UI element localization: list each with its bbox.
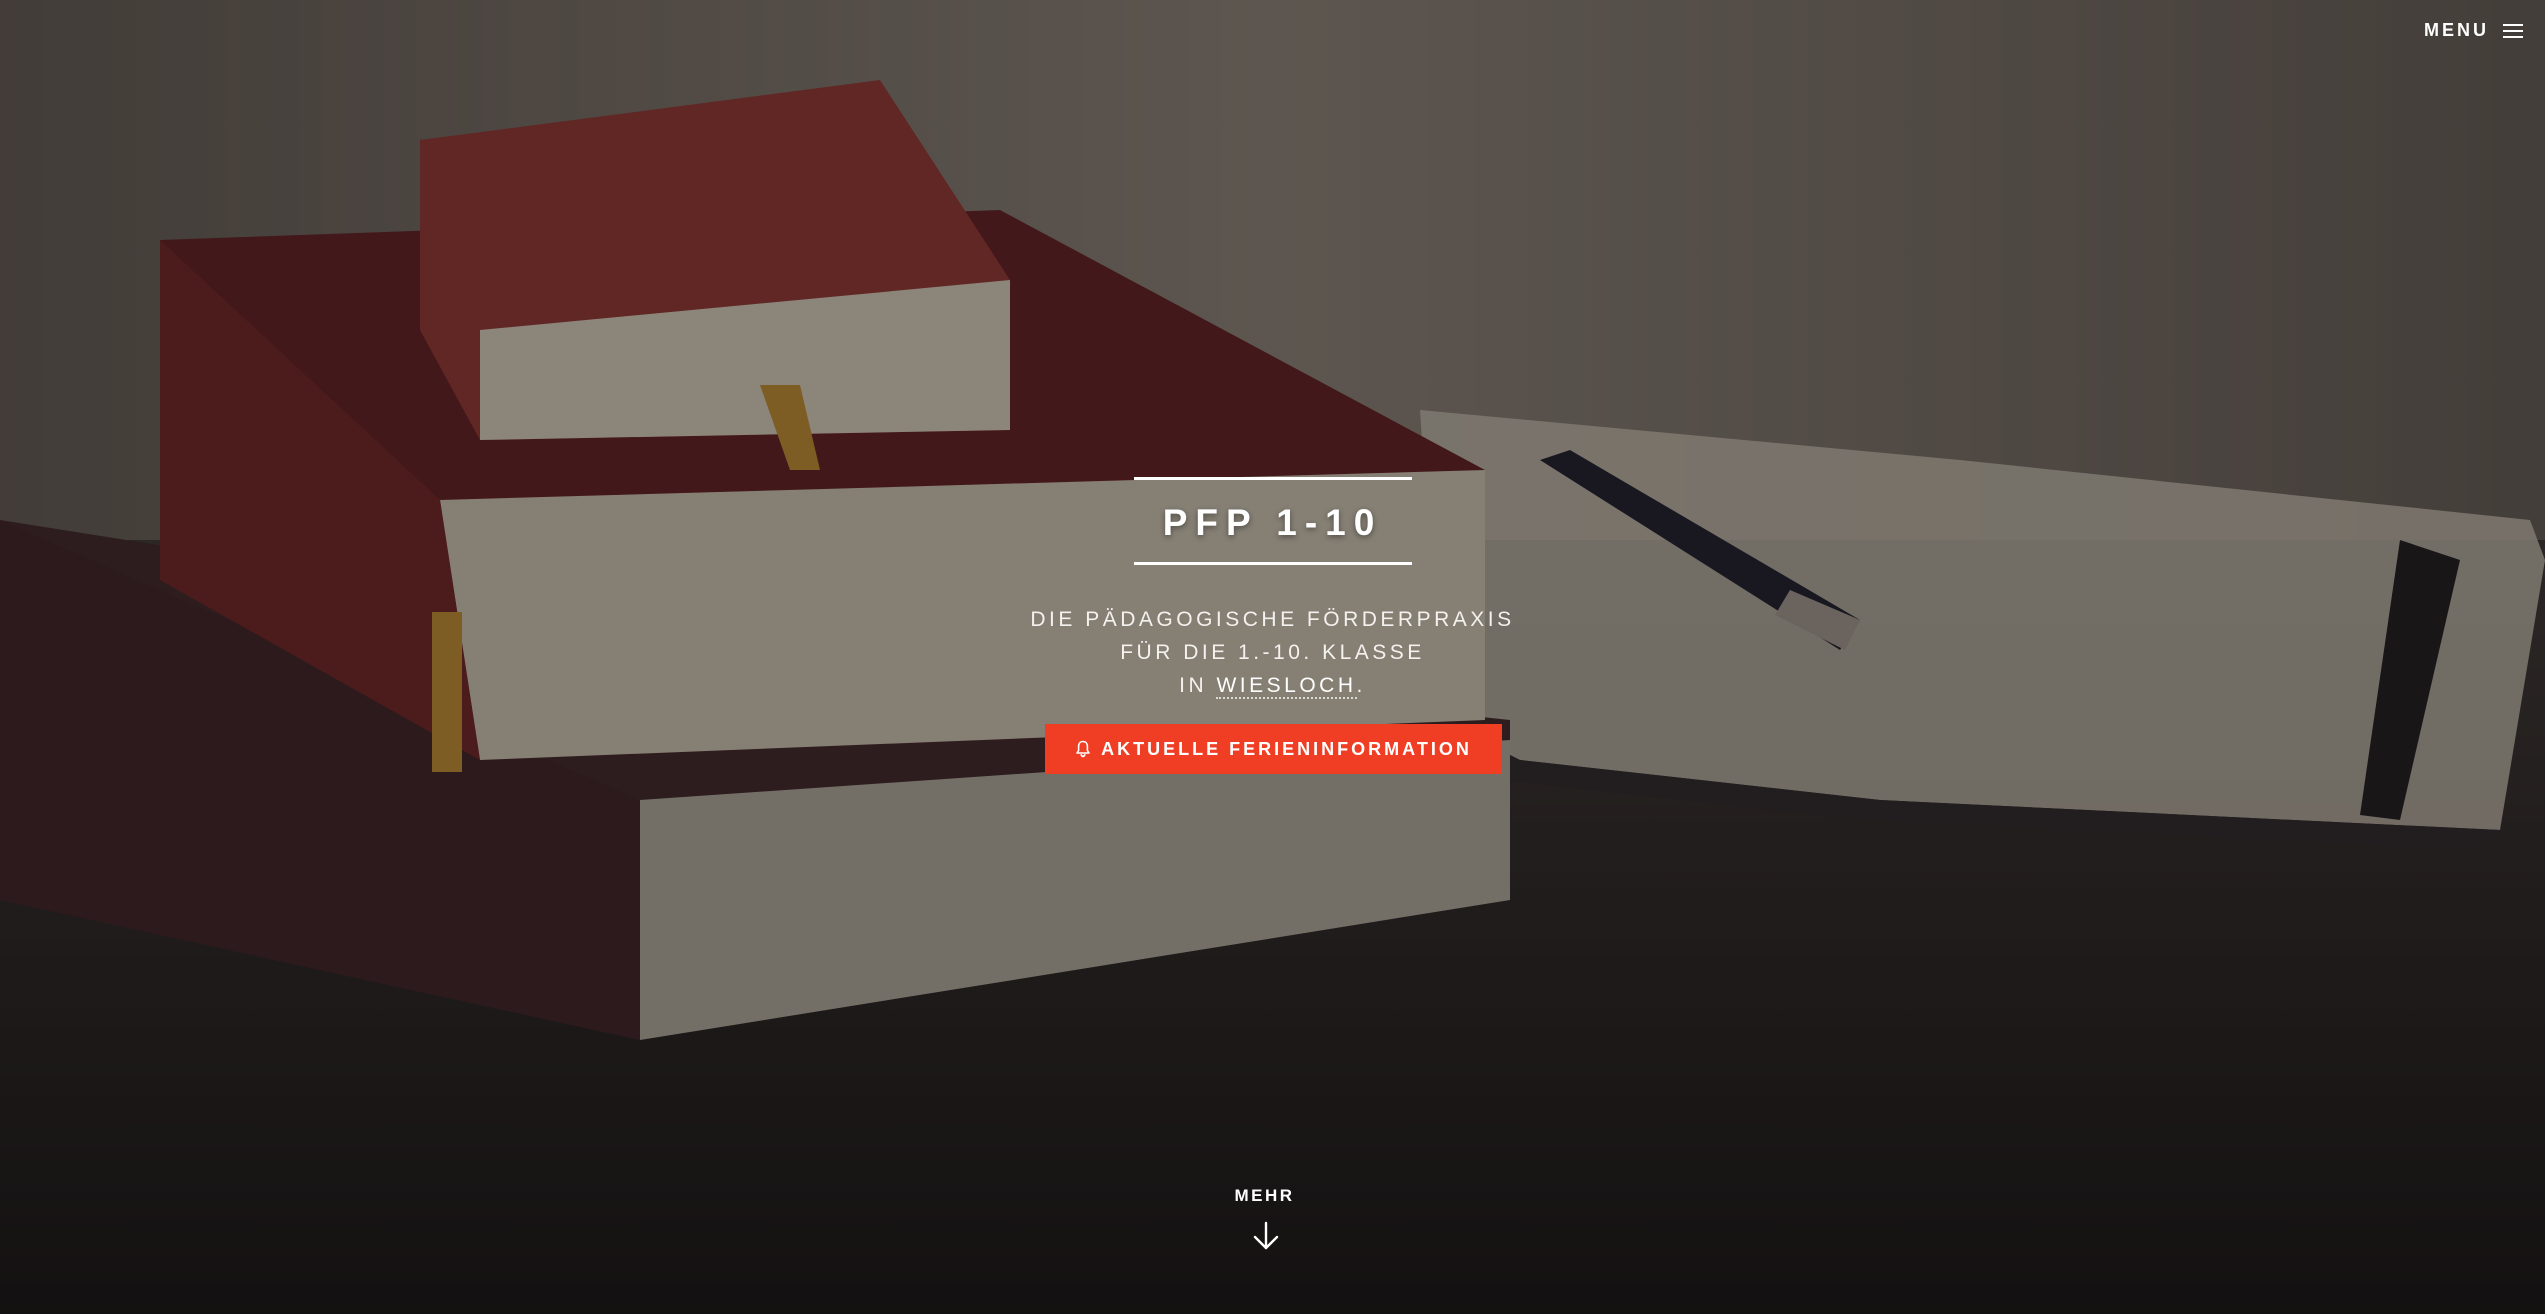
more-link[interactable]: MEHR [0, 1186, 2545, 1252]
subtitle-line-3: IN WIESLOCH. [1030, 669, 1514, 702]
site-title: PFP 1-10 [1162, 502, 1383, 543]
hero-content: PFP 1-10 DIE PÄDAGOGISCHE FÖRDERPRAXIS F… [0, 477, 2545, 774]
arrow-down-icon [1253, 1221, 1278, 1250]
subtitle-line-1: DIE PÄDAGOGISCHE FÖRDERPRAXIS [1030, 608, 1515, 631]
subtitle-suffix: . [1356, 674, 1366, 697]
bell-icon [1076, 740, 1090, 758]
hero-subtitle: DIE PÄDAGOGISCHE FÖRDERPRAXIS FÜR DIE 1.… [1030, 603, 1514, 702]
subtitle-prefix: IN [1179, 674, 1217, 697]
more-label: MEHR [1234, 1186, 1295, 1205]
menu-label: MENU [2424, 20, 2489, 40]
hamburger-icon [2503, 23, 2523, 38]
hero-section: MENU PFP 1-10 DIE PÄDAGOGISCHE FÖRDERPRA… [0, 0, 2545, 1314]
holiday-info-button[interactable]: AKTUELLE FERIENINFORMATION [1045, 724, 1502, 774]
wiesloch-link[interactable]: WIESLOCH [1216, 674, 1357, 699]
holiday-info-label: AKTUELLE FERIENINFORMATION [1101, 738, 1472, 759]
subtitle-line-2: FÜR DIE 1.-10. KLASSE [1120, 641, 1425, 664]
menu-button[interactable]: MENU [2424, 20, 2523, 41]
title-frame: PFP 1-10 [1133, 477, 1412, 565]
